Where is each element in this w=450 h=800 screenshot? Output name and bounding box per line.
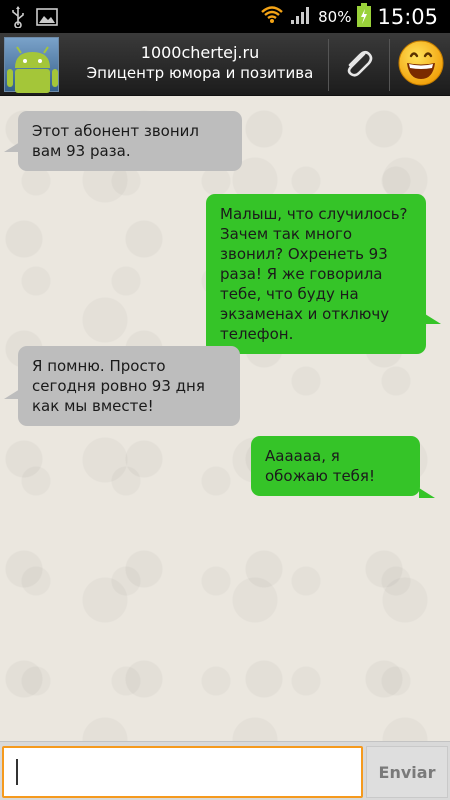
battery-percent: 80% (318, 8, 352, 26)
signal-icon (290, 5, 312, 29)
chat-title: 1000chertej.ru (140, 43, 260, 62)
message-bubble-incoming[interactable]: Этот абонент звонил вам 93 раза. (18, 111, 242, 171)
attach-button[interactable] (329, 33, 387, 96)
status-left-icons (10, 6, 58, 32)
chat-area[interactable]: Этот абонент звонил вам 93 раза. Малыш, … (0, 96, 450, 741)
bubble-tail (425, 314, 441, 324)
composer-bar: Enviar (0, 741, 450, 800)
status-bar: 80% 15:05 (0, 0, 450, 33)
usb-icon (10, 6, 26, 32)
image-icon (36, 8, 58, 30)
battery-charging-icon (357, 3, 372, 31)
header-divider (389, 39, 390, 91)
message-text: Малыш, что случилось? Зачем так много зв… (220, 205, 408, 343)
status-right-icons: 80% 15:05 (260, 2, 438, 32)
bubble-tail (419, 488, 435, 498)
message-bubble-incoming[interactable]: Я помню. Просто сегодня ровно 93 дня как… (18, 346, 240, 426)
chat-title-block[interactable]: 1000chertej.ru Эпицентр юмора и позитива (70, 42, 330, 84)
clock: 15:05 (377, 5, 438, 29)
chat-subtitle: Эпицентр юмора и позитива (86, 64, 314, 82)
contact-avatar[interactable] (4, 37, 59, 93)
emoji-button[interactable] (391, 33, 450, 96)
chat-header: 1000chertej.ru Эпицентр юмора и позитива (0, 33, 450, 96)
wifi-icon (260, 5, 284, 29)
paperclip-icon (342, 46, 374, 84)
smiley-icon (397, 39, 445, 91)
message-bubble-outgoing[interactable]: Малыш, что случилось? Зачем так много зв… (206, 194, 426, 354)
message-text: Я помню. Просто сегодня ровно 93 дня как… (32, 357, 205, 415)
android-icon (5, 46, 60, 97)
send-button[interactable]: Enviar (366, 746, 448, 798)
message-text: Этот абонент звонил вам 93 раза. (32, 122, 199, 160)
message-input[interactable] (2, 746, 363, 798)
message-text: Аааааа, я обожаю тебя! (265, 447, 375, 485)
message-bubble-outgoing[interactable]: Аааааа, я обожаю тебя! (251, 436, 420, 496)
text-caret (16, 759, 18, 785)
